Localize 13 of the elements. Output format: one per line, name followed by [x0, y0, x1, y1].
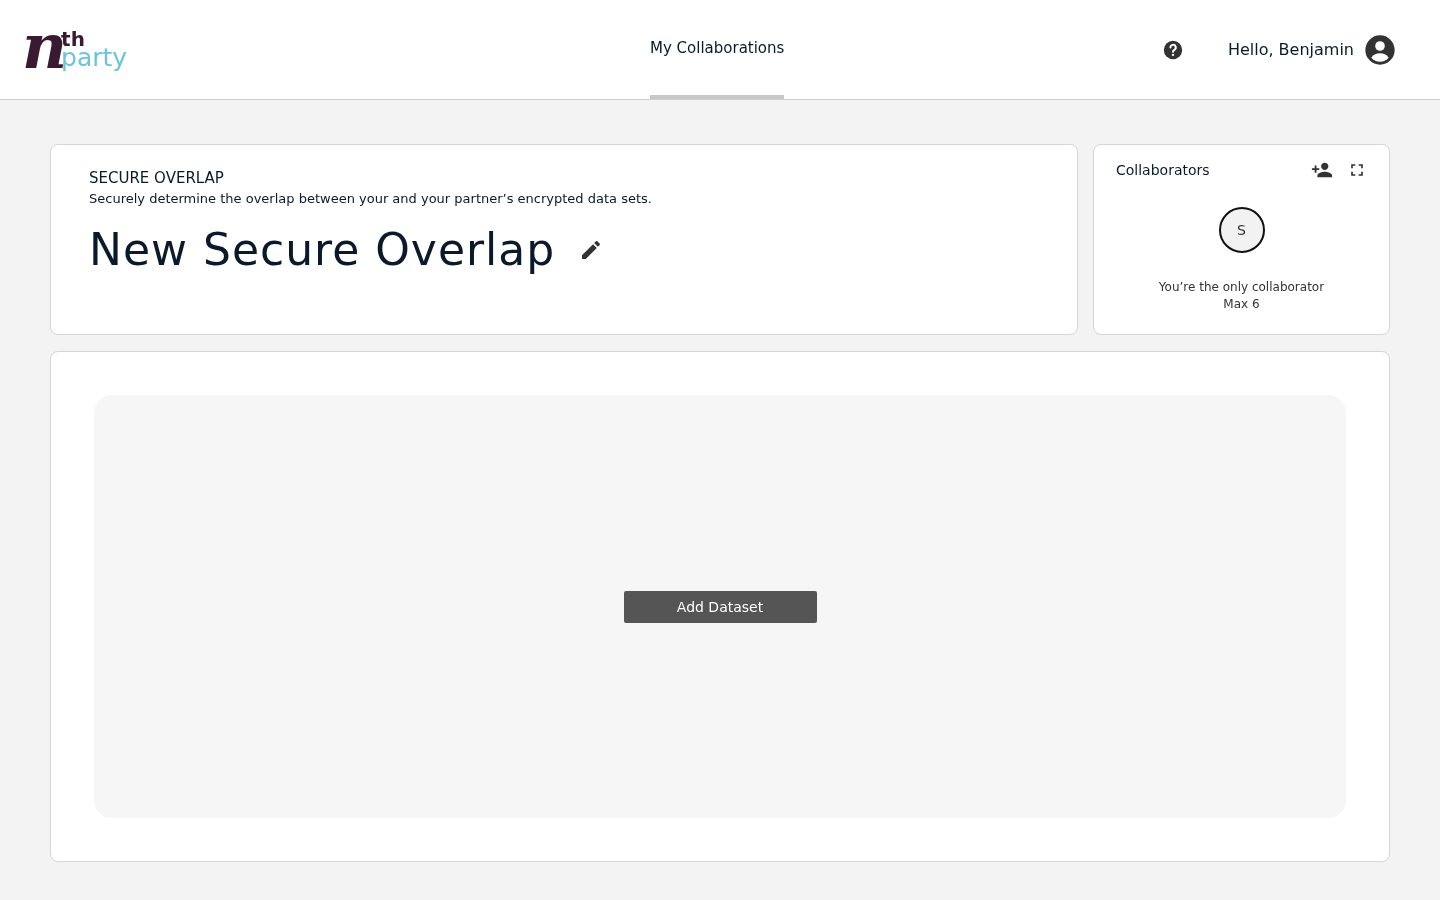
collaborators-message: You’re the only collaborator	[1158, 279, 1325, 296]
nav-tab[interactable]: My Collaborations	[650, 0, 785, 99]
collaborators-limit: Max 6	[1223, 296, 1260, 313]
collaborator-avatar[interactable]: S	[1218, 207, 1265, 253]
help-icon[interactable]	[1161, 38, 1184, 61]
collaboration-title: New Secure Overlap	[89, 224, 556, 275]
collaboration-description: Securely determine the overlap between your and your partner’s encrypted data sets.	[89, 191, 653, 206]
collaboration-type: SECURE OVERLAP	[89, 169, 225, 187]
user-greeting: Hello, Benjamin	[1227, 40, 1354, 59]
logo-superscript: th	[61, 29, 85, 49]
add-dataset-button[interactable]: Add Dataset	[623, 590, 817, 623]
collaborators-title: Collaborators	[1116, 162, 1211, 178]
account-icon[interactable]	[1364, 33, 1396, 66]
